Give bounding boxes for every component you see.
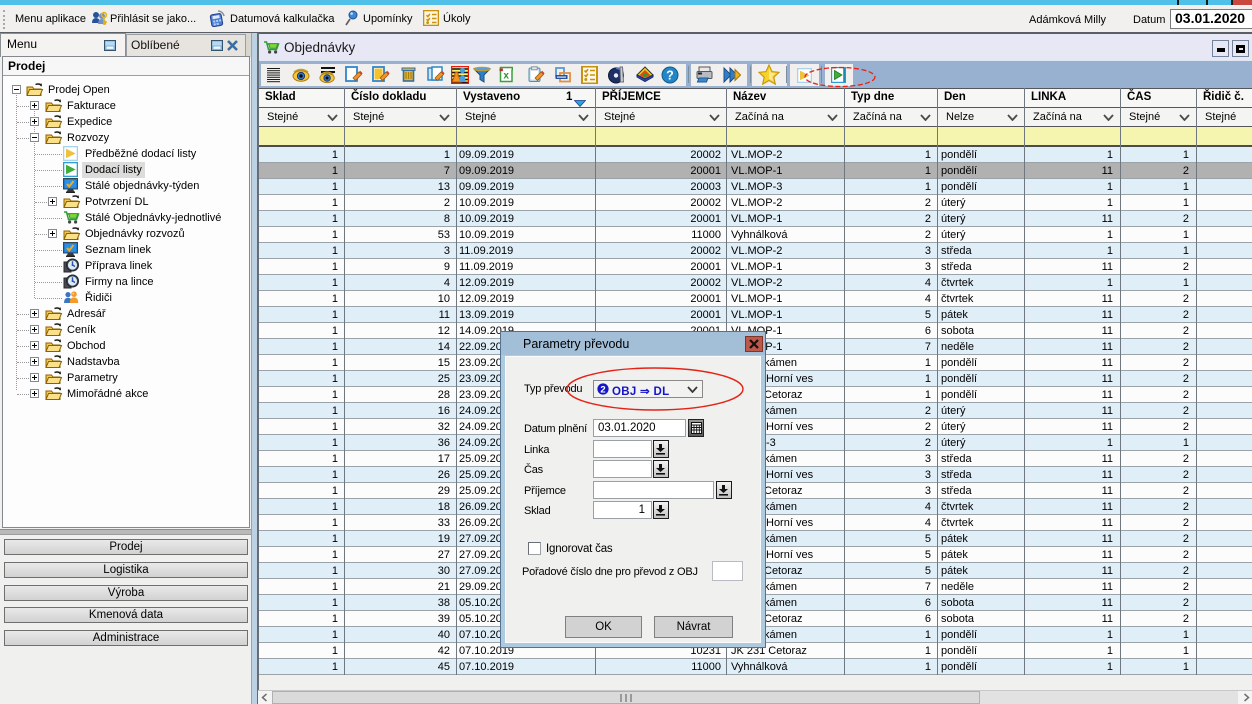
svg-text:x: x [503,71,509,82]
svg-text:?: ? [666,69,674,83]
